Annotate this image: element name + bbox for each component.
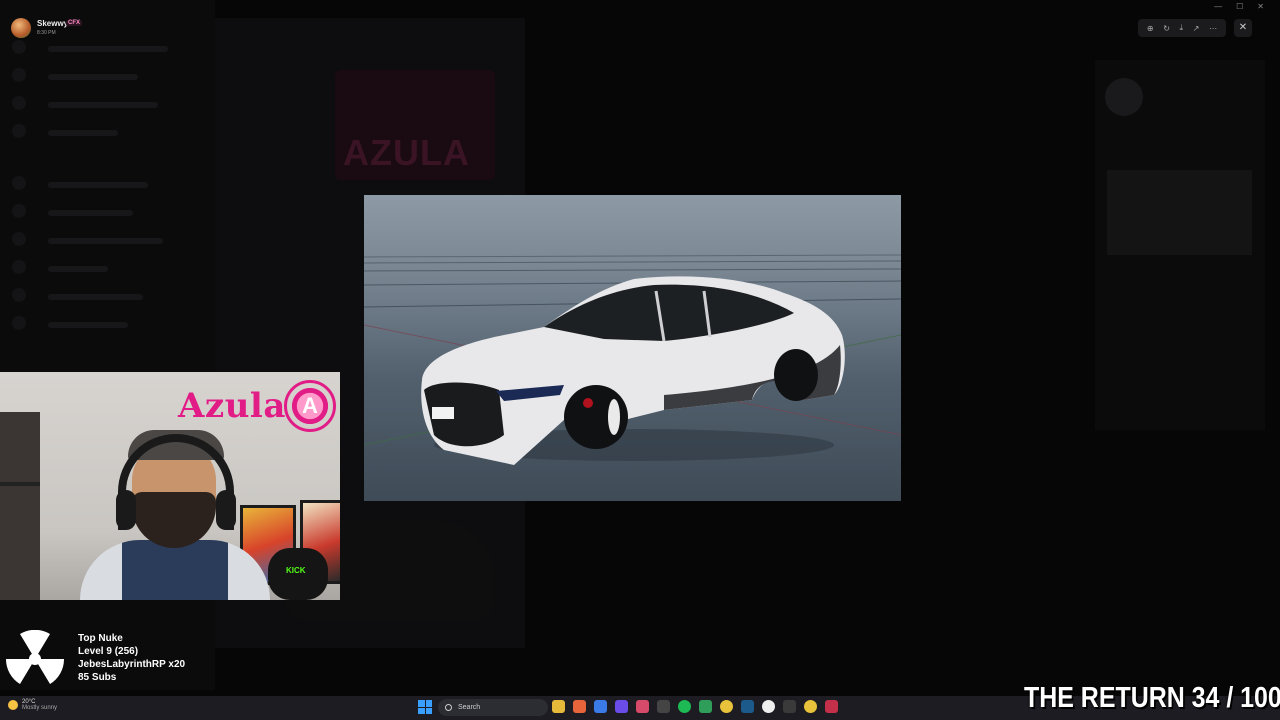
close-viewer-button[interactable]: ✕ — [1234, 19, 1252, 37]
search-icon — [445, 704, 452, 711]
streamer-body — [80, 540, 270, 600]
azula-logo-icon: A — [284, 380, 336, 432]
app-icon[interactable] — [636, 700, 649, 713]
zoom-in-icon[interactable]: ⊕ — [1147, 24, 1154, 33]
download-icon[interactable]: ⤓ — [1180, 23, 1184, 33]
taskbar-apps — [552, 700, 838, 713]
chrome-icon[interactable] — [804, 700, 817, 713]
weather-widget[interactable]: 20°C Mostly sunny — [8, 699, 57, 711]
search-label: Search — [458, 704, 481, 711]
app-icon[interactable] — [657, 700, 670, 713]
background-azula-banner: AZULA — [335, 70, 495, 180]
discord-icon[interactable] — [615, 700, 628, 713]
file-explorer-icon[interactable] — [552, 700, 565, 713]
avatar[interactable] — [11, 18, 31, 38]
lock-icon[interactable] — [699, 700, 712, 713]
minimize-button[interactable]: — — [1214, 2, 1222, 11]
azula-brand-text: Azula — [178, 386, 286, 426]
image-viewer-header: Skewwy ♥ CFX 8:30 PM — ☐ ✕ ⊕ ↻ ⤓ ↗ ⋯ ✕ — [0, 0, 1280, 40]
start-button[interactable] — [418, 700, 432, 714]
more-icon[interactable]: ⋯ — [1209, 24, 1217, 33]
chrome-icon[interactable] — [720, 700, 733, 713]
top-nuke-widget: Top Nuke Level 9 (256) JebesLabyrinthRP … — [78, 632, 185, 684]
screen: AZULA Skewwy ♥ CFX 8:30 PM — ☐ ✕ ⊕ ↻ ⤓ ↗… — [0, 0, 1280, 720]
viewer-toolbar: ⊕ ↻ ⤓ ↗ ⋯ — [1138, 19, 1226, 37]
shelf-divider — [0, 482, 40, 486]
app-icon[interactable] — [783, 700, 796, 713]
maximize-button[interactable]: ☐ — [1236, 2, 1243, 11]
role-tag: CFX — [66, 20, 82, 26]
open-external-icon[interactable]: ↗ — [1193, 24, 1200, 33]
top-nuke-level: Level 9 (256) — [78, 646, 139, 657]
app-icon[interactable] — [594, 700, 607, 713]
top-nuke-title: Top Nuke — [78, 633, 123, 644]
radiation-icon — [6, 630, 64, 684]
microphone: KICK — [268, 548, 328, 600]
webcam-overlay: Azula A KICK — [0, 372, 340, 600]
top-nuke-subs: 85 Subs — [78, 672, 117, 683]
window-close-button[interactable]: ✕ — [1257, 2, 1264, 11]
app-icon[interactable] — [573, 700, 586, 713]
sun-icon — [8, 700, 18, 710]
shelf — [0, 412, 40, 600]
headset-earcup — [116, 490, 136, 530]
timestamp: 8:30 PM — [37, 30, 56, 36]
spotify-icon[interactable] — [678, 700, 691, 713]
rotate-icon[interactable]: ↻ — [1163, 24, 1170, 33]
window-controls: — ☐ ✕ — [1214, 2, 1264, 11]
steam-icon[interactable] — [741, 700, 754, 713]
weather-description: Mostly sunny — [22, 705, 58, 711]
return-counter: THE RETURN 34 / 100 — [1024, 682, 1280, 714]
car-render-image[interactable] — [364, 195, 901, 501]
app-icon[interactable] — [825, 700, 838, 713]
taskbar-search[interactable]: Search — [438, 699, 548, 716]
car-render-svg — [364, 254, 901, 465]
background-profile-panel — [1095, 60, 1265, 430]
app-icon[interactable] — [762, 700, 775, 713]
headset-earcup — [216, 490, 236, 530]
top-nuke-user: JebesLabyrinthRP x20 — [78, 659, 186, 670]
